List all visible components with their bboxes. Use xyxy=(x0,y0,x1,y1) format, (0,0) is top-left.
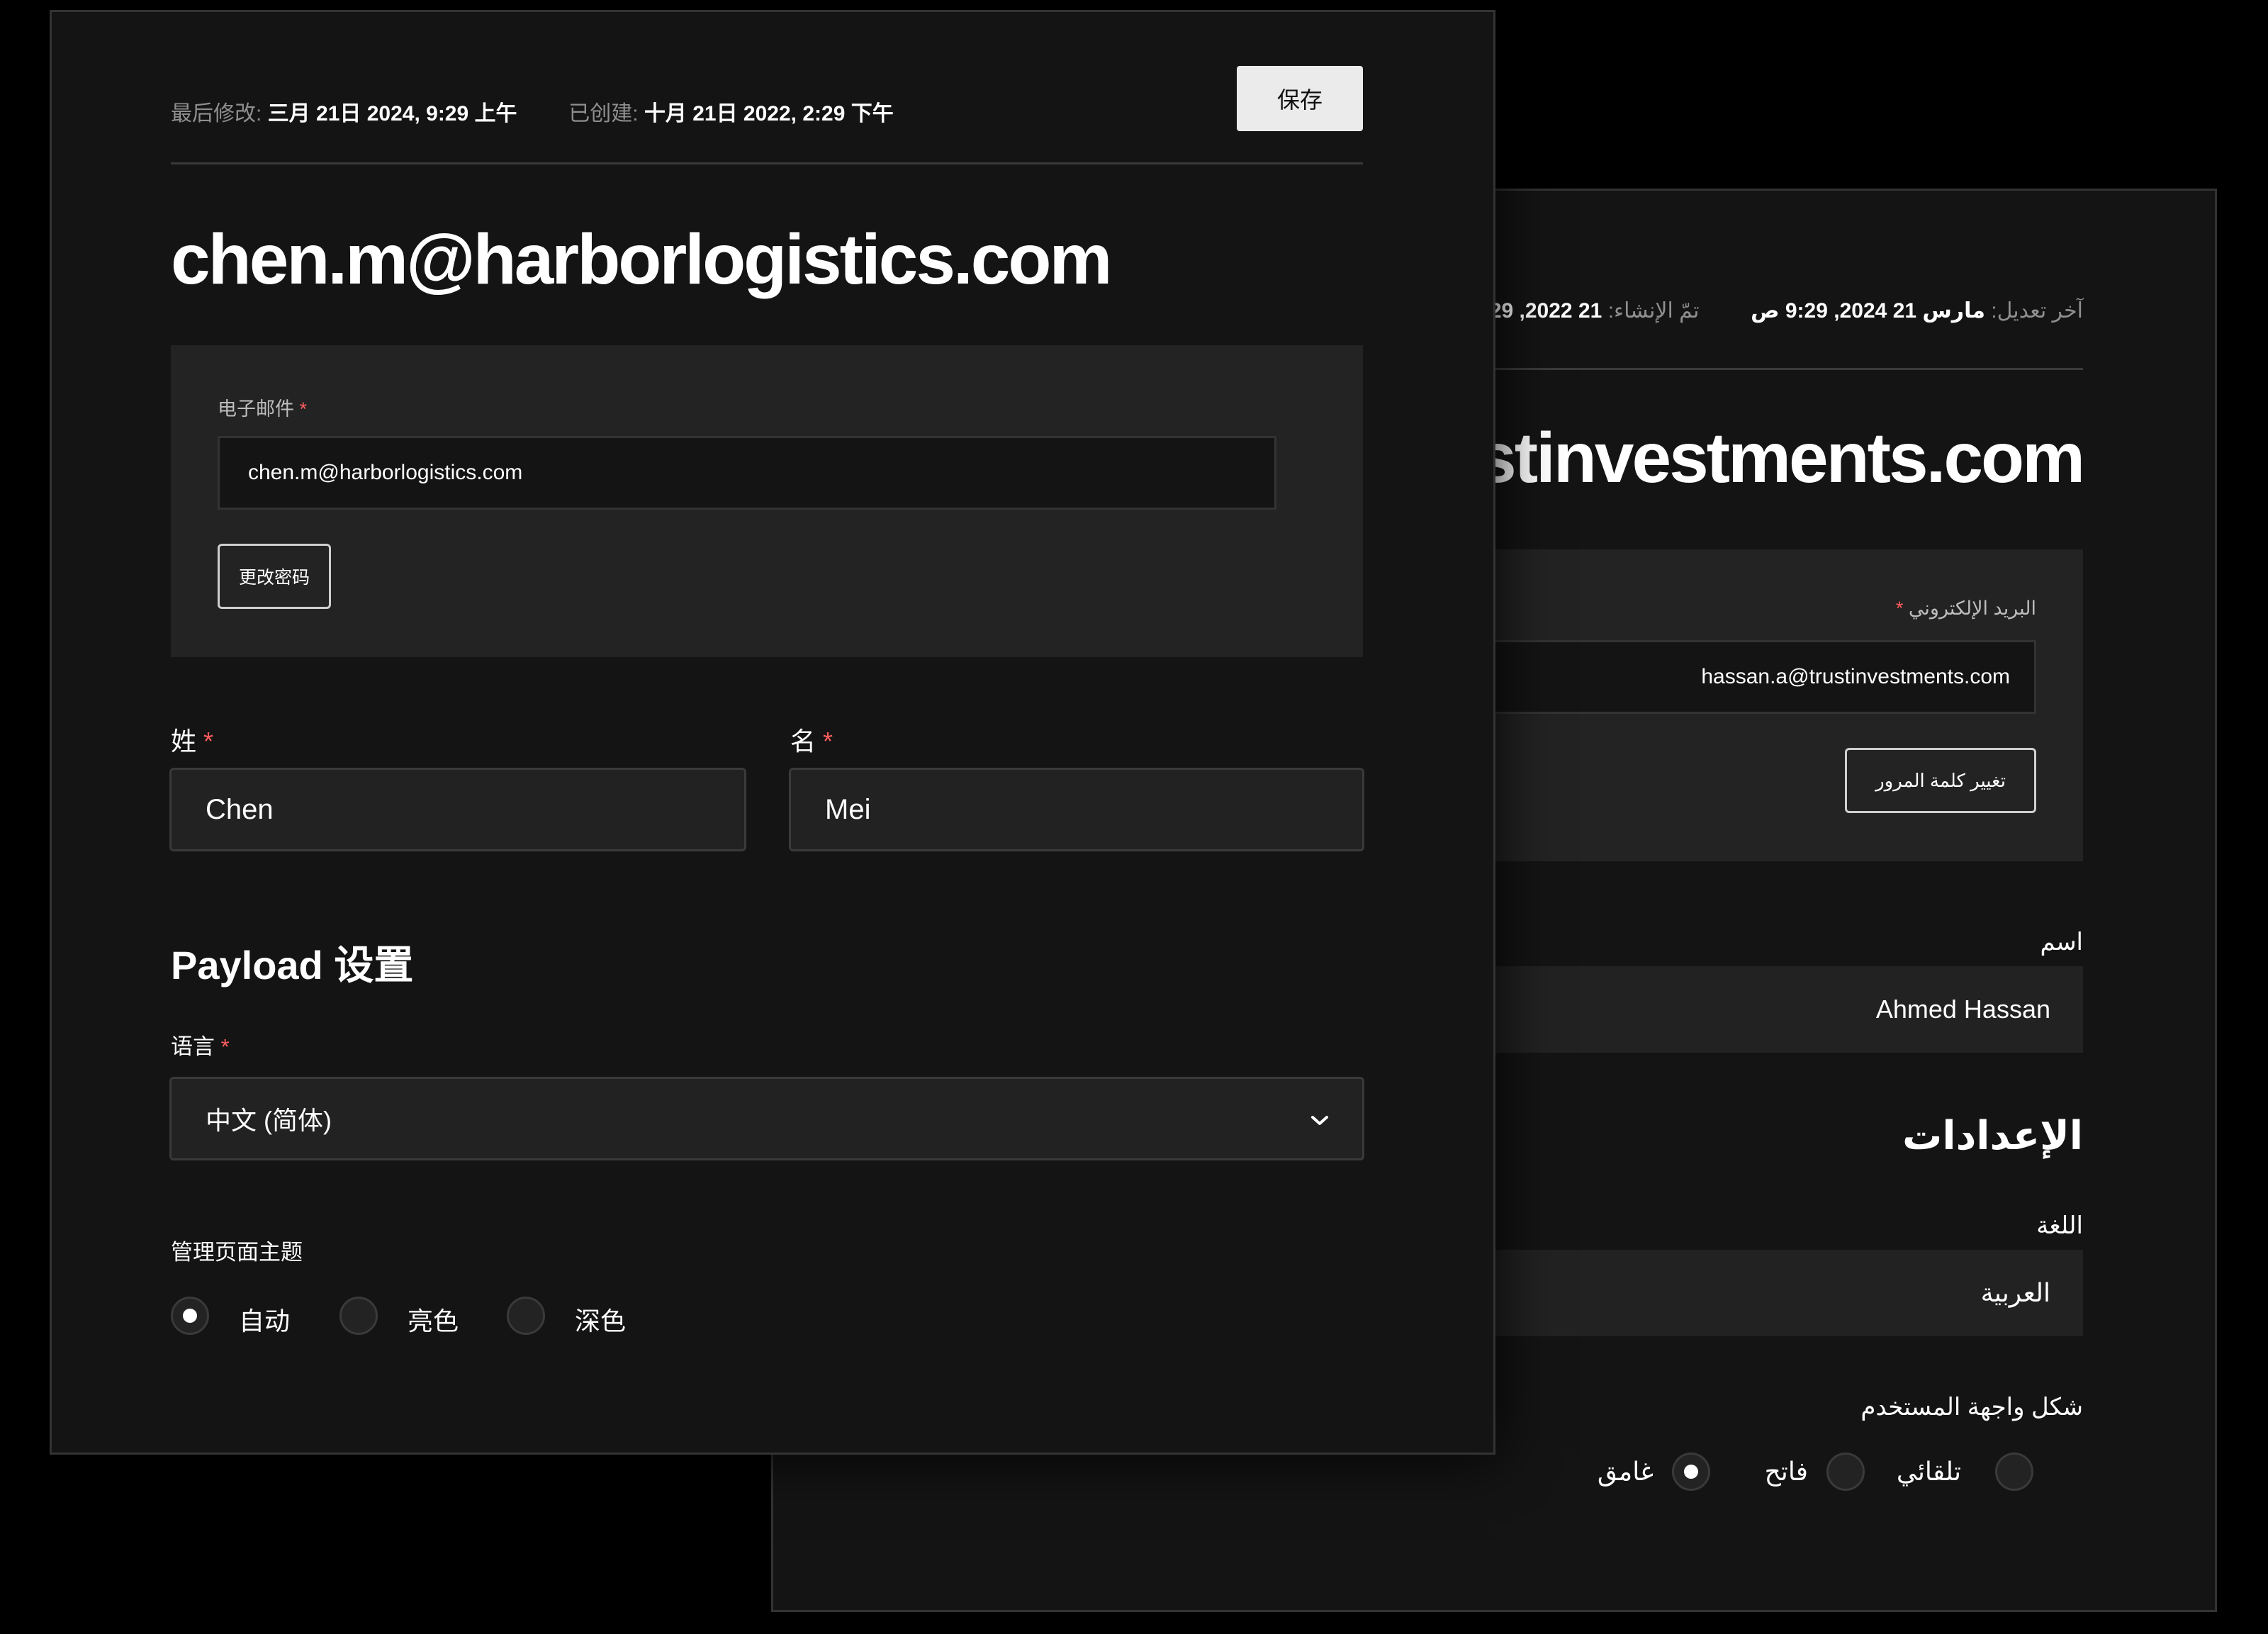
theme-label: شكل واجهة المستخدم xyxy=(1860,1394,2083,1421)
theme-radio-auto[interactable] xyxy=(171,1297,209,1335)
modified-label: آخر تعديل: xyxy=(1991,299,2083,323)
name-label: اسم xyxy=(2040,929,2083,956)
created-label: تمّ الإنشاء: xyxy=(1607,299,1700,323)
meta-row: 最后修改: 三月 21日 2024, 9:29 上午 已创建: 十月 21日 2… xyxy=(171,96,894,127)
email-input[interactable]: chen.m@harborlogistics.com xyxy=(218,436,1276,510)
theme-option-auto[interactable]: تلقائي xyxy=(1897,1457,1961,1487)
chevron-down-icon xyxy=(1311,1116,1328,1125)
settings-heading: Payload 设置 xyxy=(171,943,414,987)
theme-option-dark[interactable]: 深色 xyxy=(575,1301,626,1338)
required-mark: * xyxy=(299,398,308,420)
required-mark: * xyxy=(203,727,214,756)
theme-option-auto[interactable]: 自动 xyxy=(239,1301,290,1338)
last-name-label: 姓 * xyxy=(171,727,214,756)
header-divider xyxy=(171,162,1363,164)
settings-heading: الإعدادات xyxy=(1902,1113,2083,1158)
created-value: 十月 21日 2022, 2:29 下午 xyxy=(644,102,894,125)
email-label: البريد الإلكتروني * xyxy=(1895,598,2036,619)
change-password-button[interactable]: تغيير كلمة المرور xyxy=(1845,748,2036,813)
theme-option-dark[interactable]: غامق xyxy=(1598,1457,1654,1487)
page-title: chen.m@harborlogistics.com xyxy=(171,220,1112,299)
email-section: 电子邮件 * chen.m@harborlogistics.com 更改密码 xyxy=(171,345,1363,657)
theme-option-light[interactable]: فاتح xyxy=(1765,1457,1808,1487)
language-label: اللغة xyxy=(2036,1212,2083,1239)
theme-radio-light[interactable] xyxy=(339,1297,378,1335)
last-name-input[interactable]: Chen xyxy=(169,768,746,851)
theme-radio-dark[interactable] xyxy=(507,1297,545,1335)
modified-value: مارس 21 2024, 9:29 ص xyxy=(1751,299,1985,323)
change-password-button[interactable]: 更改密码 xyxy=(218,544,331,609)
required-mark: * xyxy=(220,1034,230,1059)
account-panel-chinese: 最后修改: 三月 21日 2024, 9:29 上午 已创建: 十月 21日 2… xyxy=(50,10,1495,1455)
language-label: 语言 * xyxy=(171,1034,230,1059)
save-button[interactable]: 保存 xyxy=(1237,66,1363,131)
modified-label: 最后修改: xyxy=(171,102,262,125)
theme-label: 管理页面主题 xyxy=(171,1240,303,1265)
meta-row: آخر تعديل: مارس 21 2024, 9:29 ص تمّ الإن… xyxy=(1471,298,2083,323)
modified-value: 三月 21日 2024, 9:29 上午 xyxy=(267,102,517,125)
email-label: 电子邮件 * xyxy=(218,398,308,420)
theme-radio-auto[interactable] xyxy=(1995,1453,2033,1491)
theme-option-light[interactable]: 亮色 xyxy=(408,1301,459,1338)
first-name-input[interactable]: Mei xyxy=(789,768,1364,851)
created-label: 已创建: xyxy=(568,102,639,125)
required-mark: * xyxy=(1895,598,1904,619)
first-name-label: 名 * xyxy=(790,727,833,756)
required-mark: * xyxy=(823,727,833,756)
language-select[interactable]: 中文 (简体) xyxy=(169,1077,1364,1160)
theme-radio-dark[interactable] xyxy=(1672,1453,1710,1491)
theme-radio-light[interactable] xyxy=(1826,1453,1865,1491)
